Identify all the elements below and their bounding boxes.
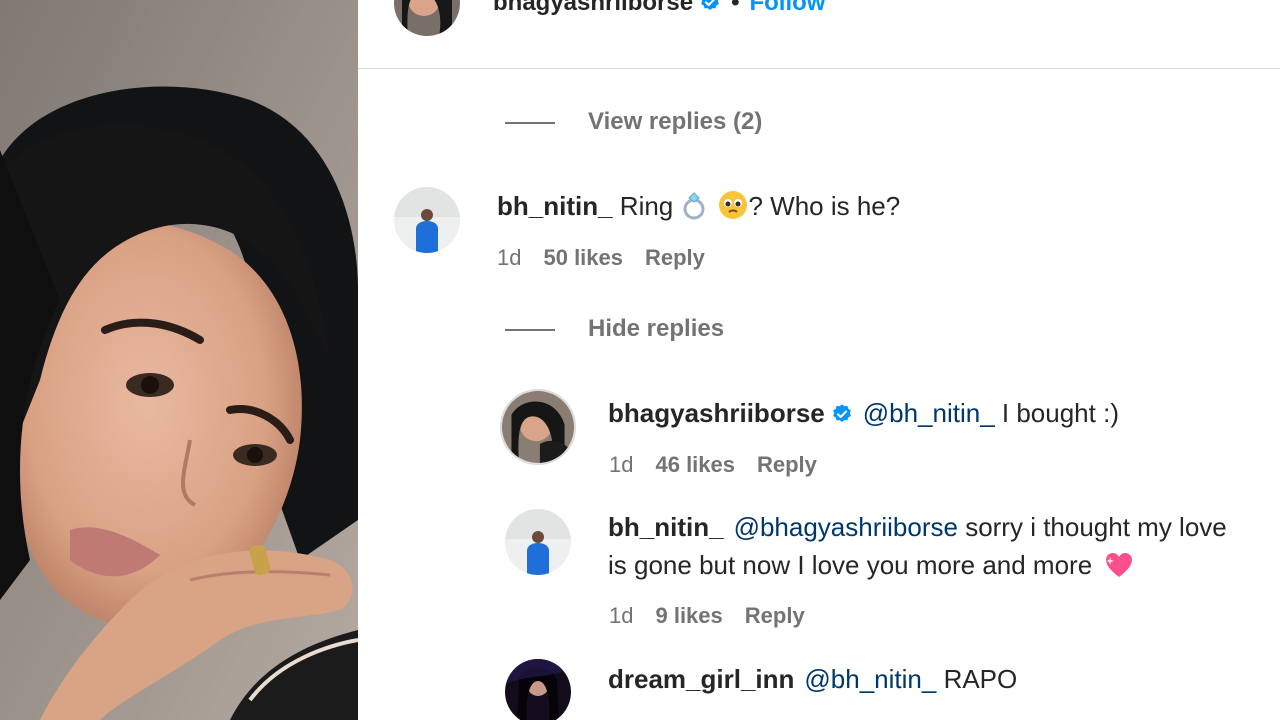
reply-body-line2: is gone but now I love you more and more [608,550,1093,580]
reply-likes[interactable]: 9 likes [655,603,722,628]
view-replies-line [505,122,555,124]
reply-meta: 1d 9 likes Reply [609,603,827,629]
ring-emoji-icon [683,192,705,220]
post-header: bhagyashriiborse • Follow [358,0,1280,69]
author-avatar[interactable] [394,0,460,36]
sparkling-heart-emoji-icon [1106,553,1133,577]
follow-button[interactable]: Follow [749,0,825,16]
reply-body: I bought :) [994,398,1119,428]
reply-reply-button[interactable]: Reply [745,603,805,628]
reply-time: 1d [609,603,634,628]
reply-text-line2: is gone but now I love you more and more [608,546,1134,584]
separator-dot: • [731,0,740,16]
reply-mention[interactable]: @bh_nitin_ [804,664,936,694]
comments-pane: bhagyashriiborse • Follow View replies (2)… [358,0,1280,720]
comment-time: 1d [497,245,522,270]
reply-text: dream_girl_inn @bh_nitin_ RAPO [608,660,1017,698]
reply-time: 1d [609,452,634,477]
comment-body-pre: Ring [612,191,681,221]
header-row: bhagyashriiborse • Follow [493,0,825,18]
reply-text: bhagyashriiborse @bh_nitin_ I bought :) [608,394,1119,432]
reply-text: bh_nitin_ @bhagyashriiborse sorry i thoug… [608,508,1227,546]
reply-mention[interactable]: @bhagyashriiborse [734,512,958,542]
reply-mention[interactable]: @bh_nitin_ [863,398,995,428]
reply-username[interactable]: bh_nitin_ [608,512,724,542]
reply-avatar-image [502,391,574,463]
view-replies-button[interactable]: View replies (2) [588,108,762,136]
reply-avatar-image [505,659,571,720]
reply-reply-button[interactable]: Reply [757,452,817,477]
pleading-face-emoji-icon [719,191,748,219]
verified-badge-icon [832,404,851,422]
comment-meta: 1d 50 likes Reply [497,245,727,271]
post-photo [0,0,358,720]
reply-meta: 1d 46 likes Reply [609,452,839,478]
hide-replies-button[interactable]: Hide replies [588,315,724,343]
reply-body: RAPO [936,664,1018,694]
commenter-avatar[interactable] [394,187,460,253]
author-username[interactable]: bhagyashriiborse [493,0,693,16]
comment-reply-button[interactable]: Reply [645,245,705,270]
comment-body-post: ? Who is he? [748,191,901,221]
reply-avatar[interactable] [500,389,576,465]
verified-badge-icon [701,0,719,10]
author-avatar-image [394,0,460,36]
reply-username[interactable]: dream_girl_inn [608,664,794,694]
comment-text: bh_nitin_ Ring ? Who is he? [497,187,900,225]
comment-username[interactable]: bh_nitin_ [497,191,613,221]
commenter-avatar-image [394,187,460,253]
reply-avatar[interactable] [505,509,571,575]
comment-likes[interactable]: 50 likes [543,245,623,270]
reply-body-line1: sorry i thought my love [957,512,1227,542]
reply-avatar[interactable] [505,659,571,720]
hide-replies-line [505,329,555,331]
reply-username[interactable]: bhagyashriiborse [608,398,825,428]
portrait-image [0,0,358,720]
reply-likes[interactable]: 46 likes [655,452,735,477]
reply-avatar-image [505,509,571,575]
